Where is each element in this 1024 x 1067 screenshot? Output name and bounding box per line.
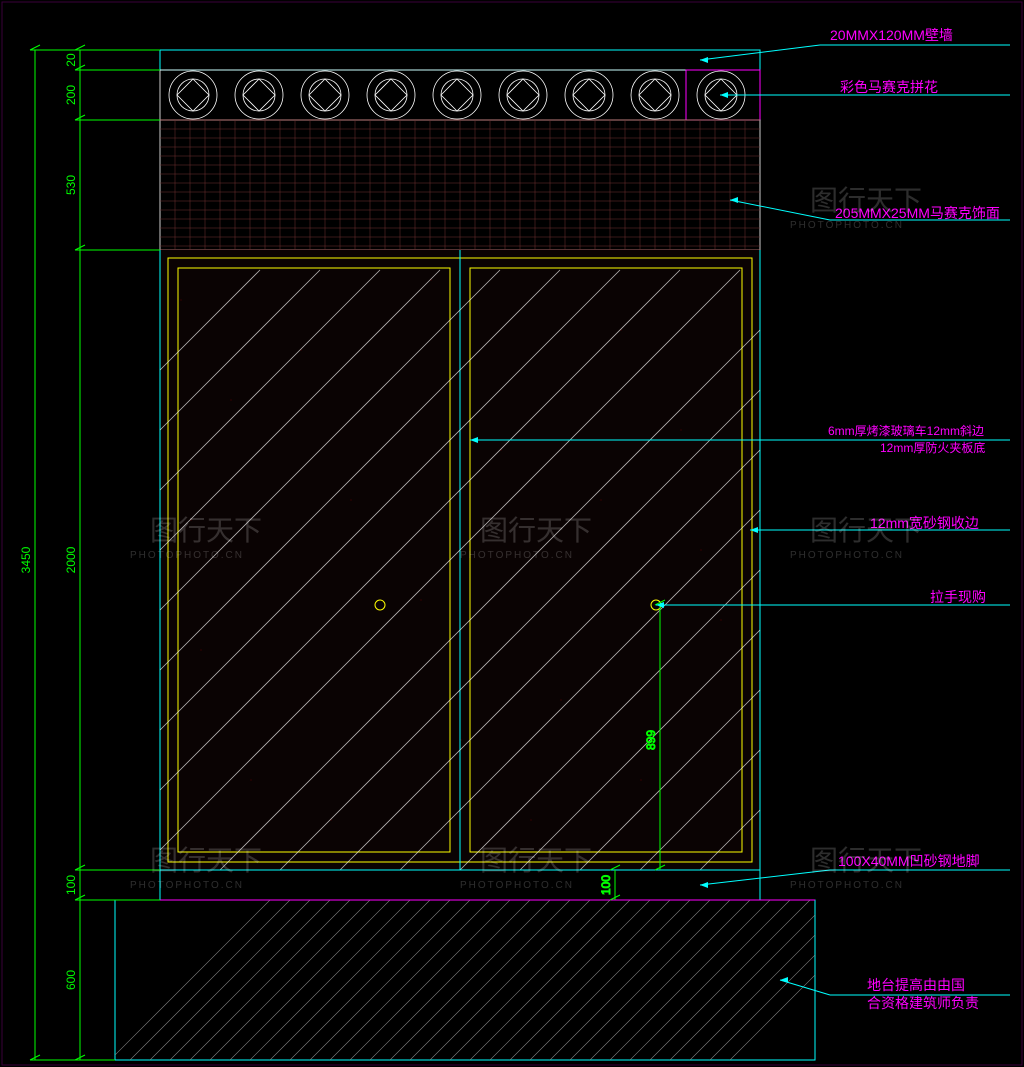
annot-platform-2: 合资格建筑师负责 <box>867 995 979 1011</box>
svg-text:PHOTOPHOTO.CN: PHOTOPHOTO.CN <box>790 880 904 891</box>
svg-text:PHOTOPHOTO.CN: PHOTOPHOTO.CN <box>790 220 904 231</box>
svg-text:图行天下: 图行天下 <box>150 845 262 876</box>
dim-2000: 2000 <box>64 546 78 573</box>
annot-glass-2: 12mm厚防火夹板底 <box>880 440 985 455</box>
annot-platform-1: 地台提高由由国 <box>867 977 965 993</box>
svg-text:图行天下: 图行天下 <box>150 515 262 546</box>
dim-100: 100 <box>64 875 78 895</box>
dim-20: 20 <box>64 53 78 67</box>
svg-text:PHOTOPHOTO.CN: PHOTOPHOTO.CN <box>790 550 904 561</box>
svg-text:PHOTOPHOTO.CN: PHOTOPHOTO.CN <box>130 550 244 561</box>
svg-text:图行天下: 图行天下 <box>480 515 592 546</box>
svg-text:图行天下: 图行天下 <box>480 845 592 876</box>
annot-handle: 拉手现购 <box>930 589 986 605</box>
svg-text:PHOTOPHOTO.CN: PHOTOPHOTO.CN <box>460 880 574 891</box>
svg-text:PHOTOPHOTO.CN: PHOTOPHOTO.CN <box>130 880 244 891</box>
svg-text:899: 899 <box>644 730 658 750</box>
annot-mosaic-pattern: 彩色马赛克拼花 <box>840 79 938 95</box>
dim-600: 600 <box>64 970 78 990</box>
svg-text:图行天下: 图行天下 <box>810 515 922 546</box>
annot-top-trim: 20MMX120MM壁墙 <box>830 27 953 43</box>
cad-elevation-drawing: 3450 20 200 530 2000 100 600 100 899 <box>0 0 1024 1067</box>
dim-200: 200 <box>64 85 78 105</box>
annot-glass-1: 6mm厚烤漆玻璃车12mm斜边 <box>828 423 984 438</box>
svg-text:100: 100 <box>599 875 613 895</box>
dim-530: 530 <box>64 175 78 195</box>
svg-text:图行天下: 图行天下 <box>810 185 922 216</box>
svg-text:图行天下: 图行天下 <box>810 845 922 876</box>
mosaic-grid-band <box>160 120 760 250</box>
svg-text:PHOTOPHOTO.CN: PHOTOPHOTO.CN <box>460 550 574 561</box>
dim-overall: 3450 <box>19 546 33 573</box>
